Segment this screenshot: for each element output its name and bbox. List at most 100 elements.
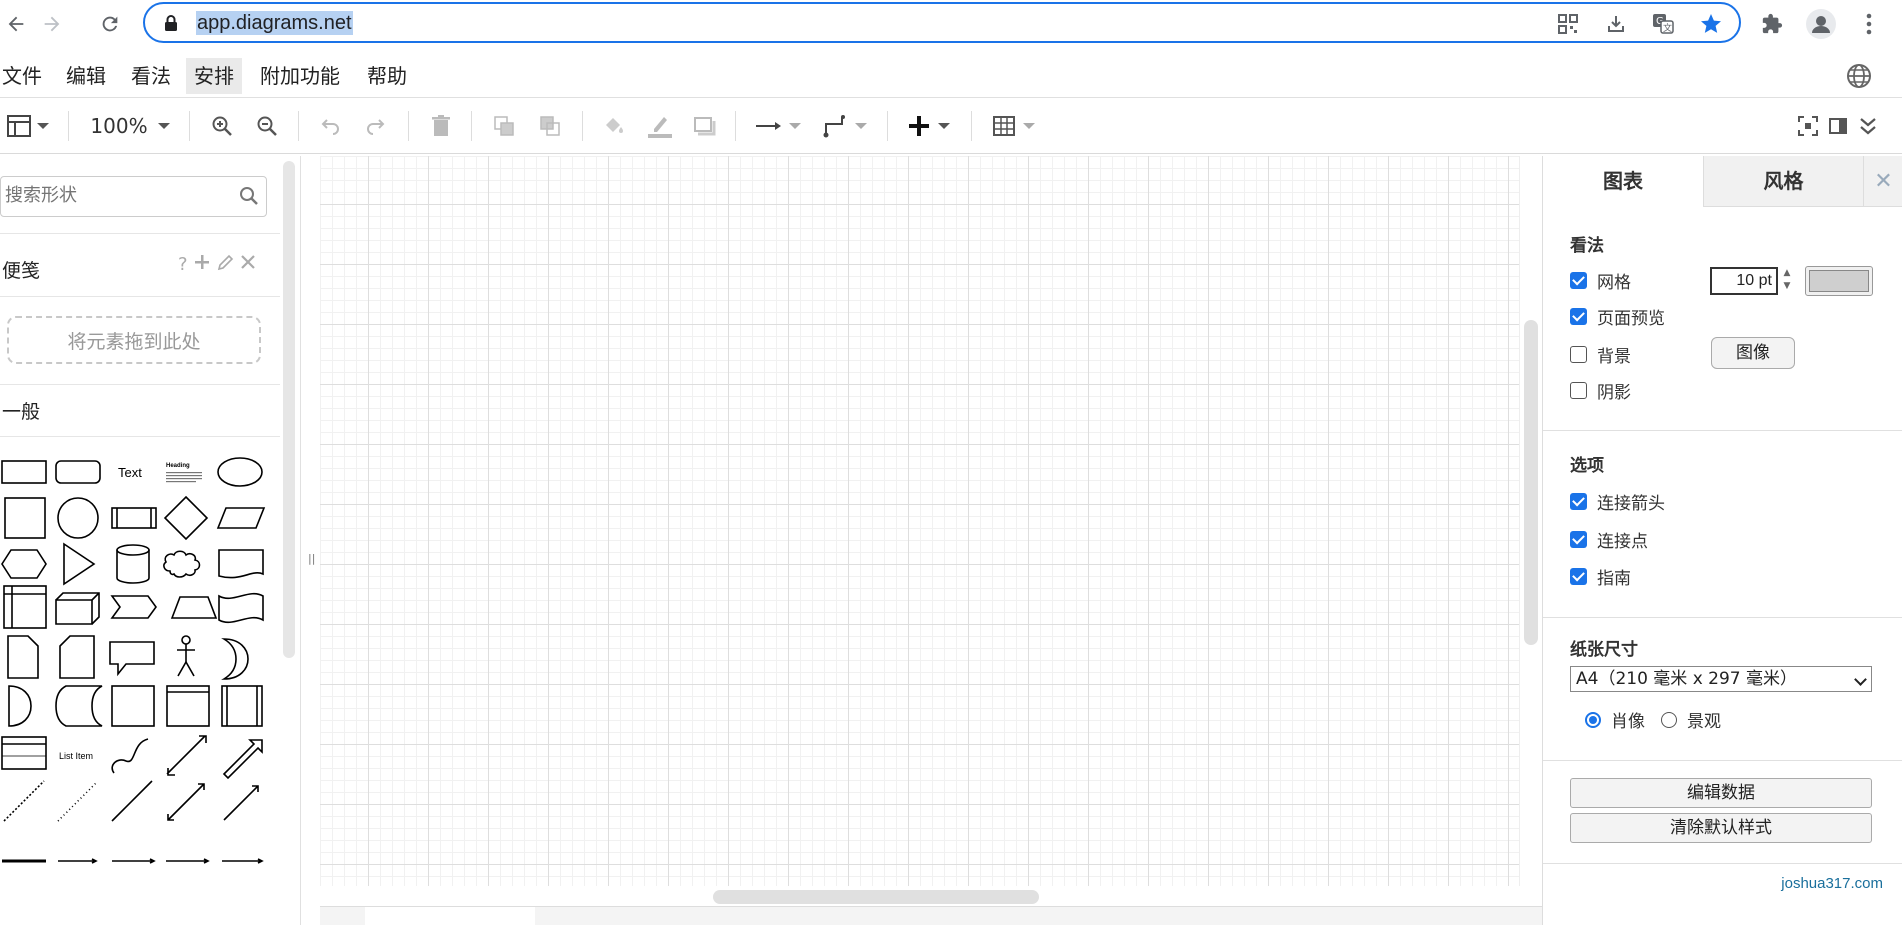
close-icon[interactable]: ✕	[1863, 156, 1902, 207]
paper-size-select[interactable]: A4（210 毫米 x 297 毫米）	[1570, 666, 1872, 692]
shape-or[interactable]	[221, 638, 249, 680]
reload-icon[interactable]	[94, 8, 126, 40]
shape-search-box[interactable]	[0, 176, 267, 217]
shape-dashed-line[interactable]	[3, 780, 45, 822]
shape-internal-storage[interactable]	[3, 585, 47, 629]
background-checkbox-row[interactable]: 背景	[1570, 343, 1631, 367]
menu-help[interactable]: 帮助	[365, 58, 409, 94]
background-checkbox[interactable]	[1570, 345, 1587, 363]
sidebar-scroll-thumb[interactable]	[283, 161, 295, 658]
help-icon[interactable]: ?	[178, 254, 188, 275]
table-dropdown[interactable]	[989, 112, 1039, 140]
connection-points-checkbox-row[interactable]: 连接点	[1570, 528, 1648, 552]
shape-circle[interactable]	[57, 497, 99, 539]
page-tab[interactable]	[365, 907, 535, 925]
grid-checkbox-row[interactable]: 网格	[1570, 269, 1631, 293]
url-text[interactable]: app.diagrams.net	[196, 11, 353, 35]
shape-directional-connector[interactable]	[223, 785, 259, 821]
connection-style-dropdown[interactable]	[753, 112, 803, 140]
forward-icon[interactable]	[36, 8, 68, 40]
connection-points-checkbox[interactable]	[1570, 530, 1587, 548]
shape-bidirectional-arrow[interactable]	[166, 735, 207, 776]
zoom-dropdown[interactable]: 100%	[88, 112, 172, 140]
fullscreen-icon[interactable]	[1794, 112, 1822, 140]
bookmark-star-icon[interactable]	[1698, 12, 1724, 36]
shape-vertical-container[interactable]	[221, 685, 263, 727]
shape-cloud[interactable]	[163, 550, 201, 578]
shape-triangle[interactable]	[63, 542, 96, 586]
shape-and[interactable]	[8, 685, 32, 727]
shape-square[interactable]	[4, 497, 46, 539]
sidebar-resize-handle[interactable]: ||	[300, 156, 320, 925]
waypoints-dropdown[interactable]	[820, 112, 870, 140]
grid-size-input[interactable]: 10 pt	[1710, 267, 1778, 295]
fill-color-icon[interactable]	[600, 112, 628, 140]
shape-parallelogram[interactable]	[216, 507, 266, 529]
edit-data-button[interactable]: 编辑数据	[1570, 778, 1872, 808]
page-view-checkbox-row[interactable]: 页面预览	[1570, 305, 1665, 329]
shape-swimlane[interactable]	[166, 685, 210, 727]
scratchpad-drop-zone[interactable]: 将元素拖到此处	[7, 316, 261, 364]
grid-size-stepper[interactable]: ▲ ▼	[1780, 267, 1794, 295]
guides-checkbox[interactable]	[1570, 567, 1587, 585]
portrait-radio-row[interactable]: 肖像	[1585, 707, 1645, 732]
translate-icon[interactable]: G文	[1650, 12, 1676, 36]
redo-icon[interactable]	[362, 112, 390, 140]
menu-view[interactable]: 看法	[129, 58, 173, 94]
shape-rectangle[interactable]	[1, 460, 47, 484]
shape-callout[interactable]	[109, 641, 155, 677]
shape-list-item[interactable]: List Item	[59, 751, 93, 761]
shape-step[interactable]	[110, 595, 157, 619]
lock-icon[interactable]	[163, 14, 179, 36]
back-icon[interactable]	[0, 8, 32, 40]
shape-text[interactable]: Text	[118, 465, 142, 480]
shape-connector-label[interactable]	[58, 858, 98, 864]
shape-note[interactable]	[7, 635, 39, 679]
menu-edit[interactable]: 编辑	[64, 58, 108, 94]
shape-data-storage[interactable]	[55, 685, 103, 727]
shape-card[interactable]	[59, 635, 95, 679]
zoom-in-icon[interactable]	[208, 112, 236, 140]
browser-menu-icon[interactable]	[1853, 8, 1885, 40]
shape-trapezoid[interactable]	[170, 596, 218, 619]
shape-arrow[interactable]	[222, 739, 263, 780]
address-bar[interactable]: app.diagrams.net G文	[143, 2, 1741, 43]
shape-textbox[interactable]: Heading	[166, 463, 202, 483]
tab-style[interactable]: 风格	[1703, 156, 1863, 207]
grid-checkbox[interactable]	[1570, 271, 1587, 289]
shape-tape[interactable]	[218, 592, 264, 624]
clear-default-style-button[interactable]: 清除默认样式	[1570, 813, 1872, 843]
menu-arrange[interactable]: 安排	[186, 58, 242, 94]
shadow-checkbox-row[interactable]: 阴影	[1570, 379, 1631, 403]
close-icon[interactable]	[240, 254, 256, 270]
shape-diamond[interactable]	[163, 495, 209, 541]
shape-dotted-line[interactable]	[57, 782, 97, 822]
shape-connector-2-labels[interactable]	[112, 858, 156, 864]
guides-checkbox-row[interactable]: 指南	[1570, 565, 1631, 589]
qr-code-icon[interactable]	[1555, 12, 1581, 36]
landscape-radio-row[interactable]: 景观	[1661, 707, 1721, 732]
landscape-radio[interactable]	[1661, 711, 1677, 728]
shape-document[interactable]	[218, 549, 264, 579]
connection-arrows-checkbox-row[interactable]: 连接箭头	[1570, 490, 1665, 514]
shape-container[interactable]	[111, 685, 155, 727]
connection-arrows-checkbox[interactable]	[1570, 492, 1587, 510]
to-front-icon[interactable]	[490, 112, 518, 140]
shape-search-input[interactable]	[5, 185, 225, 206]
delete-icon[interactable]	[427, 112, 455, 140]
menu-file[interactable]: 文件	[0, 58, 44, 94]
zoom-out-icon[interactable]	[253, 112, 281, 140]
menu-extras[interactable]: 附加功能	[258, 58, 342, 94]
shape-actor[interactable]	[177, 635, 195, 677]
portrait-radio[interactable]	[1585, 711, 1601, 728]
search-icon[interactable]	[238, 185, 260, 211]
scratchpad-title[interactable]: 便笺	[2, 256, 40, 283]
install-app-icon[interactable]	[1603, 12, 1629, 36]
grid-canvas[interactable]	[320, 156, 1520, 886]
language-globe-icon[interactable]	[1845, 62, 1873, 90]
grid-color-button[interactable]	[1805, 266, 1873, 296]
tab-diagram[interactable]: 图表	[1543, 156, 1703, 207]
to-back-icon[interactable]	[536, 112, 564, 140]
collapse-toolbar-icon[interactable]	[1854, 112, 1882, 140]
shape-process[interactable]	[111, 507, 157, 529]
